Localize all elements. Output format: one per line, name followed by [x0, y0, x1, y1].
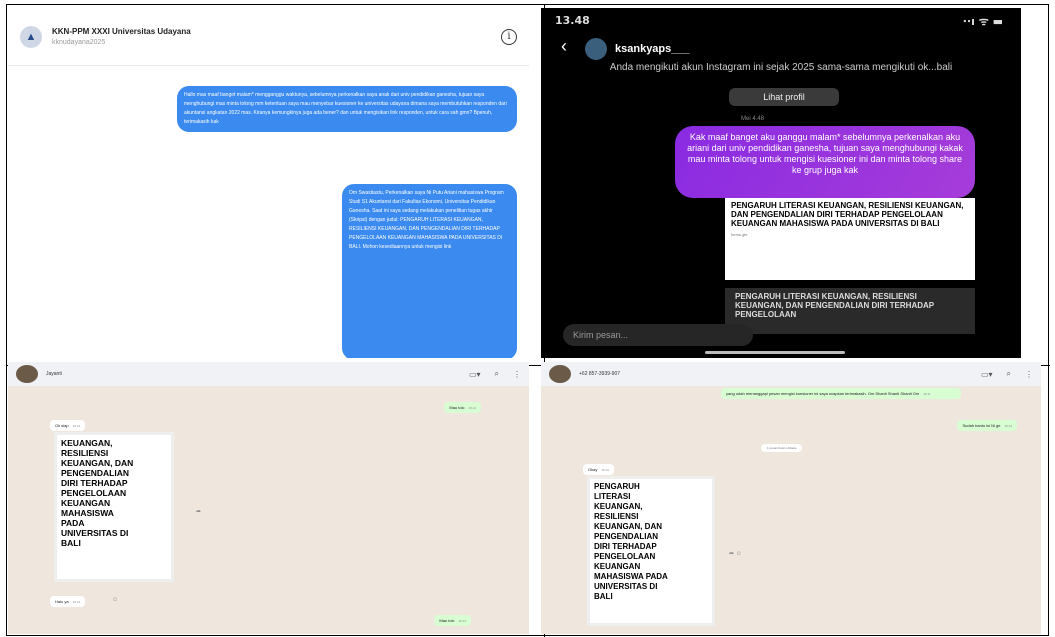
contact-name[interactable]: +62 857-3939-907 — [579, 371, 620, 377]
home-indicator — [705, 351, 845, 354]
contact-name[interactable]: Jayanti — [46, 371, 62, 377]
doc-line: BALI — [61, 538, 81, 548]
chat-header: Jayanti ▭▾ ⌕ ⋮ — [8, 362, 529, 386]
message-input[interactable]: Kirim pesan... — [563, 324, 753, 346]
doc-line: KEUANGAN — [594, 562, 641, 571]
chat-title: KKN-PPM XXXI Universitas Udayana — [52, 27, 191, 36]
clock: 13.48 — [555, 14, 590, 27]
outgoing-message: Kak maaf banget aku ganggu malam* sebelu… — [675, 126, 975, 198]
info-icon[interactable]: i — [501, 28, 517, 45]
message-time: 16.11 — [923, 392, 931, 396]
message-text: Halo ya — [55, 599, 69, 604]
status-bar: 13.48 ⋅⋅ı ᯤ ▬ — [555, 14, 1003, 29]
doc-line: PENGARUH — [594, 482, 640, 491]
forward-icon[interactable]: ➦ ☺ — [729, 550, 742, 557]
search-icon[interactable]: ⌕ — [495, 369, 499, 379]
doc-line: PENGELOLAAN — [594, 552, 656, 561]
forward-icon[interactable]: ➦ — [196, 508, 201, 515]
instagram-web-chat-panel: ▲ KKN-PPM XXXI Universitas Udayana kknud… — [8, 8, 529, 358]
doc-line: RESILIENSI — [61, 448, 109, 458]
username: ksankyaps___ — [615, 43, 690, 55]
chat-header: +62 857-3939-907 ▭▾ ⌕ ⋮ — [541, 362, 1041, 386]
doc-line: LITERASI — [594, 492, 631, 501]
outgoing-message: PENGARUH LITERASI KEUANGAN, RESILIENSI K… — [725, 288, 975, 334]
status-icons: ⋅⋅ı ᯤ ▬ — [962, 15, 1003, 28]
doc-line: PADA — [61, 518, 85, 528]
message-time: 16.13 — [601, 468, 609, 472]
message-text: Mau tolc — [449, 405, 465, 410]
outgoing-message: Mau tolc 16.14 — [434, 615, 471, 626]
doc-line: KEUANGAN, DAN — [594, 522, 662, 531]
incoming-message: Halo ya 16.13 — [50, 596, 86, 607]
chat-header[interactable]: ksankyaps___ — [585, 38, 690, 60]
shared-document-preview[interactable]: KEUANGAN, RESILIENSI KEUANGAN, DAN PENGE… — [54, 432, 174, 582]
message-text: Ok siap — [55, 423, 69, 428]
unread-messages-chip: 1 pesan belum dibaca — [761, 444, 803, 452]
message-time: 16.12 — [1004, 424, 1012, 428]
view-profile-button[interactable]: Lihat profil — [729, 88, 839, 106]
doc-line: DIRI TERHADAP — [594, 542, 657, 551]
menu-icon[interactable]: ⋮ — [513, 370, 521, 379]
outgoing-message: Sudah bantu isi Ni ge 16.12 — [957, 420, 1017, 431]
whatsapp-chat-panel-2: +62 857-3939-907 ▭▾ ⌕ ⋮ yang udah menang… — [541, 362, 1041, 634]
back-icon[interactable]: ‹ — [561, 36, 567, 57]
doc-line: UNIVERSITAS DI — [61, 528, 129, 538]
instagram-mobile-chat-panel: 13.48 ⋅⋅ı ᯤ ▬ ‹ ksankyaps___ Anda mengik… — [541, 8, 1021, 358]
avatar[interactable] — [16, 365, 38, 383]
shared-document-preview[interactable]: PENGARUH LITERASI KEUANGAN, RESILIENSI K… — [587, 476, 715, 626]
avatar[interactable] — [549, 365, 571, 383]
message-text: Okay — [588, 467, 598, 472]
outgoing-message: Om Swastiastu, Perkenalkan saya Ni Putu … — [342, 184, 517, 358]
message-timestamp: Mei 4.48 — [741, 116, 765, 122]
doc-line: MAHASISWA — [61, 508, 114, 518]
doc-line: KEUANGAN, — [594, 502, 643, 511]
chat-subtitle: kknudayana2025 — [52, 39, 106, 46]
video-call-icon[interactable]: ▭▾ — [981, 370, 993, 379]
account-avatar[interactable]: ▲ — [20, 25, 42, 48]
incoming-message: Okay 16.13 — [583, 464, 614, 475]
link-preview-title: PENGARUH LITERASI KEUANGAN, RESILIENSI K… — [731, 201, 964, 228]
link-preview-source: forms.gle — [731, 232, 748, 237]
chat-title-block: KKN-PPM XXXI Universitas Udayana kknuday… — [52, 27, 191, 46]
doc-line: PENGENDALIAN — [594, 532, 659, 541]
outgoing-message: Mau tolc 16.12 — [444, 402, 481, 413]
doc-line: DIRI TERHADAP — [61, 478, 128, 488]
doc-line: MAHASISWA PADA — [594, 572, 668, 581]
message-time: 16.13 — [72, 600, 81, 604]
doc-line: PENGELOLAAN — [61, 488, 127, 498]
message-time: 16.12 — [468, 406, 476, 410]
message-text: Mau tolc — [439, 618, 455, 623]
emoji-icon[interactable]: ☺ — [112, 597, 118, 603]
menu-icon[interactable]: ⋮ — [1025, 370, 1033, 379]
video-call-icon[interactable]: ▭▾ — [469, 370, 481, 379]
doc-line: KEUANGAN — [61, 498, 111, 508]
doc-line: KEUANGAN, — [61, 438, 113, 448]
doc-line: UNIVERSITAS DI — [594, 582, 658, 591]
link-preview-card[interactable]: PENGARUH LITERASI KEUANGAN, RESILIENSI K… — [725, 198, 975, 280]
search-icon[interactable]: ⌕ — [1007, 369, 1011, 379]
follow-info: Anda mengikuti akun Instagram ini sejak … — [609, 62, 953, 73]
message-text: yang udah menanggapi pesan mengisi kuesi… — [726, 391, 920, 396]
message-time: 16.13 — [72, 424, 81, 428]
avatar — [585, 38, 607, 60]
incoming-message: Ok siap 16.13 — [50, 420, 86, 431]
doc-line: BALI — [594, 592, 613, 601]
outgoing-message: Hallo mas maaf banget malam* mengganggu … — [177, 86, 517, 132]
doc-line: KEUANGAN, DAN — [61, 458, 134, 468]
message-time: 16.14 — [458, 619, 466, 623]
doc-line: PENGENDALIAN — [61, 468, 130, 478]
whatsapp-chat-panel-1: Jayanti ▭▾ ⌕ ⋮ Mau tolc 16.12 Ok siap 16.1… — [8, 362, 529, 634]
chat-header: ▲ KKN-PPM XXXI Universitas Udayana kknud… — [8, 8, 529, 66]
doc-line: RESILIENSI — [594, 512, 639, 521]
message-text: Sudah bantu isi Ni ge — [962, 423, 1001, 428]
outgoing-message: yang udah menanggapi pesan mengisi kuesi… — [721, 388, 961, 399]
